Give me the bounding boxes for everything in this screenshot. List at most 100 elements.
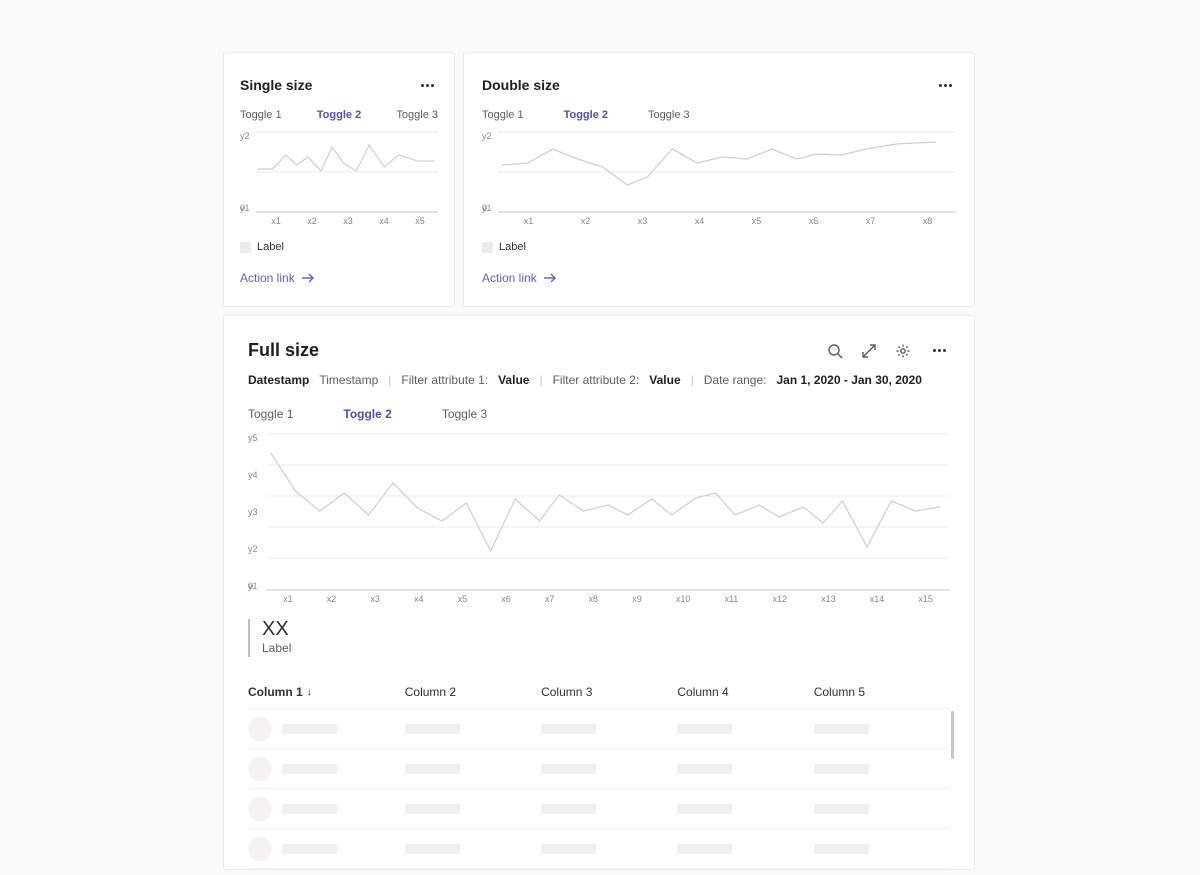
more-icon[interactable] — [417, 80, 438, 91]
chart-double: y2 y1 0 x1 x2 x3 x4 x5 x6 x7 x8 — [482, 131, 956, 227]
cell-placeholder — [814, 764, 869, 774]
column-header-5[interactable]: Column 5 — [814, 685, 950, 699]
more-icon[interactable] — [929, 345, 950, 356]
x-tick: x10 — [676, 594, 691, 604]
toggle-2[interactable]: Toggle 2 — [343, 407, 391, 421]
action-link-text: Action link — [482, 271, 537, 285]
cell-placeholder — [677, 764, 732, 774]
x-tick: x3 — [343, 216, 353, 226]
cell-placeholder — [814, 724, 869, 734]
arrow-right-icon — [543, 273, 557, 283]
date-range-label: Date range: — [704, 373, 767, 387]
avatar — [248, 837, 272, 861]
card-title: Full size — [248, 340, 319, 361]
cell-placeholder — [814, 844, 869, 854]
more-icon[interactable] — [935, 80, 956, 91]
stat-value: XX — [262, 619, 291, 639]
action-link-text: Action link — [240, 271, 295, 285]
x-tick: x15 — [918, 594, 933, 604]
legend-label: Label — [499, 241, 526, 253]
y-tick-zero: 0 — [482, 203, 487, 213]
date-range-value[interactable]: Jan 1, 2020 - Jan 30, 2020 — [776, 373, 921, 387]
x-tick: x3 — [638, 216, 648, 226]
legend-swatch — [240, 242, 251, 253]
toggle-1[interactable]: Toggle 1 — [240, 109, 282, 121]
card-double-size: Double size Toggle 1 Toggle 2 Toggle 3 y… — [463, 52, 975, 307]
x-tick: x5 — [458, 594, 468, 604]
filter-2-value[interactable]: Value — [649, 373, 680, 387]
x-tick: x2 — [327, 594, 337, 604]
y-tick: y4 — [248, 470, 258, 480]
action-link[interactable]: Action link — [240, 271, 315, 285]
cell-placeholder — [541, 764, 596, 774]
expand-icon[interactable] — [861, 343, 877, 359]
toggle-3[interactable]: Toggle 3 — [648, 109, 690, 121]
filter-timestamp[interactable]: Timestamp — [319, 373, 378, 387]
cell-placeholder — [282, 844, 337, 854]
x-tick: x12 — [772, 594, 787, 604]
table-row[interactable] — [248, 749, 950, 789]
x-tick: x1 — [524, 216, 534, 226]
x-tick: x13 — [821, 594, 836, 604]
toggle-3[interactable]: Toggle 3 — [442, 407, 487, 421]
toggle-1[interactable]: Toggle 1 — [482, 109, 524, 121]
avatar — [248, 717, 272, 741]
x-tick: x14 — [870, 594, 885, 604]
x-tick: x5 — [415, 216, 425, 226]
cell-placeholder — [282, 804, 337, 814]
x-tick: x7 — [866, 216, 876, 226]
cell-placeholder — [405, 724, 460, 734]
filter-bar: Datestamp Timestamp | Filter attribute 1… — [248, 373, 950, 387]
toggle-2[interactable]: Toggle 2 — [317, 109, 361, 121]
stat-label: Label — [262, 641, 291, 655]
cell-placeholder — [541, 724, 596, 734]
chart-single: y2 y1 0 x1 x2 x3 x4 x5 — [240, 131, 438, 227]
y-tick: y3 — [248, 507, 258, 517]
x-tick: x11 — [724, 594, 738, 604]
cell-placeholder — [541, 804, 596, 814]
cell-placeholder — [282, 764, 337, 774]
stat-block: XX Label — [248, 619, 950, 657]
cell-placeholder — [405, 764, 460, 774]
toggle-2[interactable]: Toggle 2 — [564, 109, 608, 121]
table-row[interactable] — [248, 829, 950, 869]
toggle-3[interactable]: Toggle 3 — [396, 109, 438, 121]
cell-placeholder — [814, 804, 869, 814]
column-header-2[interactable]: Column 2 — [405, 685, 541, 699]
column-header-4[interactable]: Column 4 — [677, 685, 813, 699]
x-tick: x4 — [695, 216, 705, 226]
card-single-size: Single size Toggle 1 Toggle 2 Toggle 3 y… — [223, 52, 455, 307]
y-tick: y2 — [248, 544, 258, 554]
scrollbar-thumb[interactable] — [951, 711, 954, 759]
column-header-3[interactable]: Column 3 — [541, 685, 677, 699]
filter-1-value[interactable]: Value — [498, 373, 529, 387]
y-tick: y2 — [240, 131, 250, 141]
x-tick: x3 — [370, 594, 380, 604]
table-row[interactable] — [248, 709, 950, 749]
legend-swatch — [482, 242, 493, 253]
table-row[interactable] — [248, 789, 950, 829]
x-tick: x4 — [414, 594, 424, 604]
cell-placeholder — [541, 844, 596, 854]
cell-placeholder — [677, 844, 732, 854]
column-header-1[interactable]: Column 1 ↓ — [248, 685, 405, 699]
x-tick: x9 — [632, 594, 642, 604]
action-link[interactable]: Action link — [482, 271, 557, 285]
toggle-1[interactable]: Toggle 1 — [248, 407, 293, 421]
card-title: Double size — [482, 77, 560, 93]
x-tick: x8 — [589, 594, 599, 604]
cell-placeholder — [282, 724, 337, 734]
y-tick-zero: 0 — [248, 581, 253, 591]
cell-placeholder — [405, 804, 460, 814]
arrow-right-icon — [301, 273, 315, 283]
x-tick: x2 — [581, 216, 591, 226]
gear-icon[interactable] — [895, 343, 911, 359]
card-title: Single size — [240, 77, 312, 93]
search-icon[interactable] — [827, 343, 843, 359]
avatar — [248, 757, 272, 781]
y-tick: y2 — [482, 131, 492, 141]
x-tick: x1 — [271, 216, 281, 226]
filter-datestamp[interactable]: Datestamp — [248, 373, 309, 387]
card-full-size: Full size Datestamp Timestamp | Filter a… — [223, 315, 975, 870]
cell-placeholder — [405, 844, 460, 854]
